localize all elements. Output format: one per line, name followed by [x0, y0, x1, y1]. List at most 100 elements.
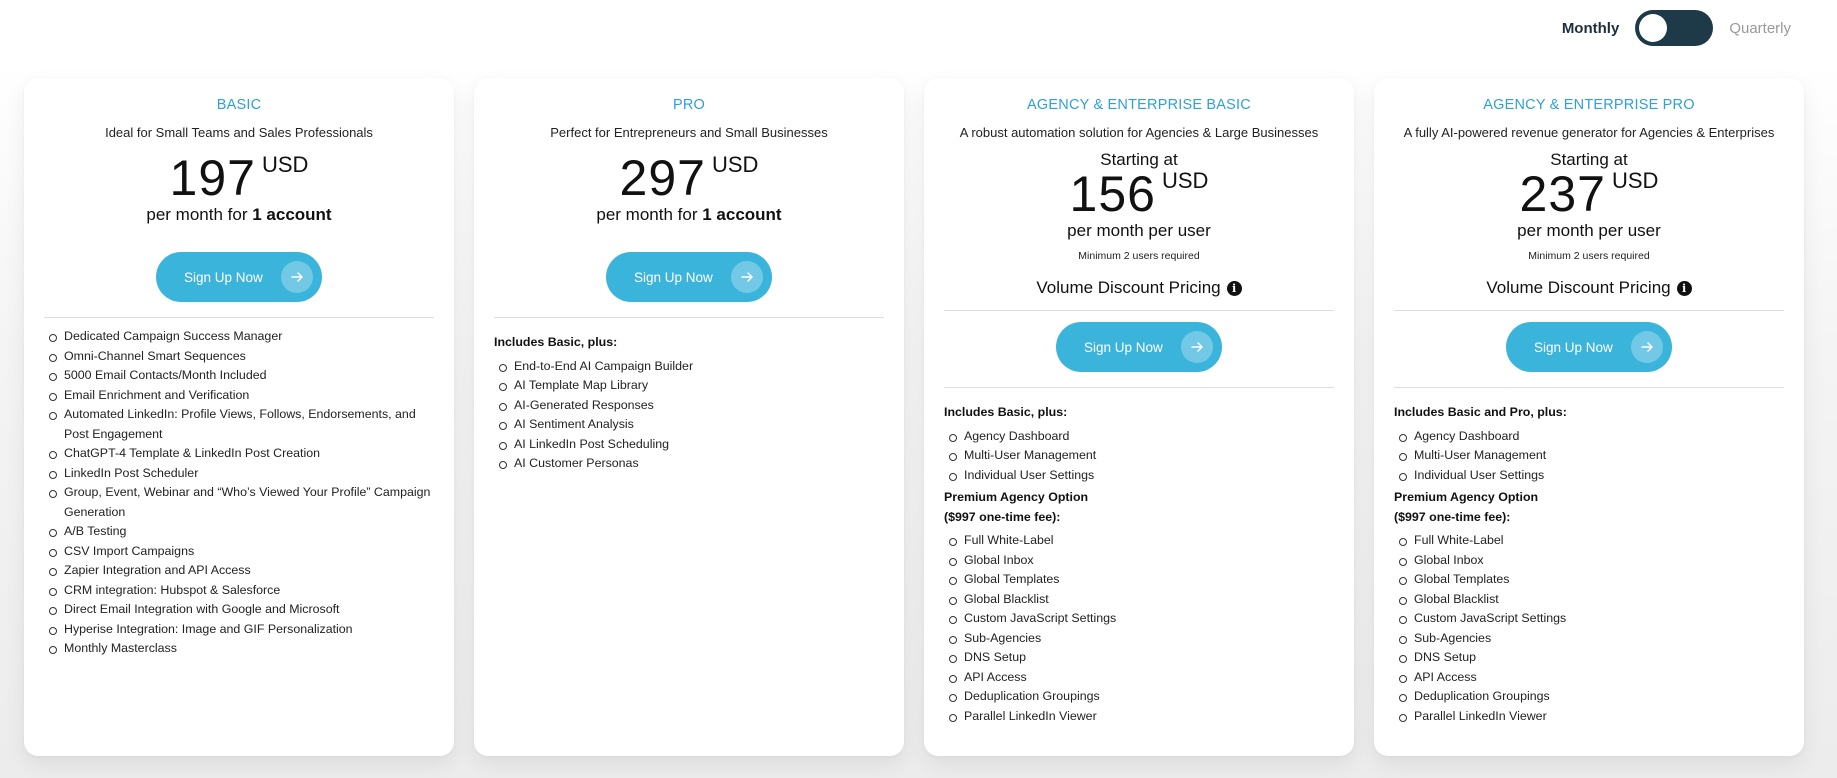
plan-subtitle: A fully AI-powered revenue generator for… — [1403, 125, 1775, 140]
list-item: AI Sentiment Analysis — [499, 415, 884, 435]
plan-title: BASIC — [216, 97, 262, 113]
list-item: Agency Dashboard — [1399, 427, 1784, 447]
list-item: Sub-Agencies — [1399, 629, 1784, 649]
list-item: Custom JavaScript Settings — [949, 609, 1334, 629]
list-item: Multi-User Management — [949, 446, 1334, 466]
plan-subtitle: A robust automation solution for Agencie… — [959, 125, 1319, 140]
divider — [944, 387, 1334, 388]
list-item: Automated LinkedIn: Profile Views, Follo… — [49, 405, 434, 444]
feature-list: Dedicated Campaign Success Manager Omni-… — [44, 327, 434, 659]
premium-feature-list: Full White-Label Global Inbox Global Tem… — [944, 531, 1334, 726]
list-item: ChatGPT-4 Template & LinkedIn Post Creat… — [49, 444, 434, 464]
list-item: Custom JavaScript Settings — [1399, 609, 1784, 629]
includes-heading: Includes Basic, plus: — [944, 405, 1068, 419]
list-item: Deduplication Groupings — [949, 687, 1334, 707]
list-item: Global Blacklist — [1399, 590, 1784, 610]
list-item: Email Enrichment and Verification — [49, 386, 434, 406]
sign-up-button-label: Sign Up Now — [184, 269, 263, 285]
list-item: Group, Event, Webinar and “Who’s Viewed … — [49, 483, 434, 522]
premium-feature-list: Full White-Label Global Inbox Global Tem… — [1394, 531, 1784, 726]
volume-discount: Volume Discount Pricing i — [1394, 278, 1784, 298]
sign-up-button[interactable]: Sign Up Now — [606, 252, 772, 302]
price-currency: USD — [1161, 168, 1209, 193]
plan-subtitle: Perfect for Entrepreneurs and Small Busi… — [550, 125, 828, 140]
list-item: Zapier Integration and API Access — [49, 561, 434, 581]
list-item: A/B Testing — [49, 522, 434, 542]
list-item: API Access — [1399, 668, 1784, 688]
list-item: CRM integration: Hubspot & Salesforce — [49, 581, 434, 601]
price-amount: 156 — [1069, 166, 1156, 222]
list-item: DNS Setup — [1399, 648, 1784, 668]
price-period: per month for 1 account — [596, 205, 782, 224]
arrow-right-icon — [1631, 331, 1663, 363]
min-users-note: Minimum 2 users required — [1528, 250, 1650, 262]
premium-heading: Premium Agency Option ($997 one-time fee… — [1394, 490, 1539, 524]
list-item: CSV Import Campaigns — [49, 542, 434, 562]
plan-card-basic: BASIC Ideal for Small Teams and Sales Pr… — [24, 78, 454, 756]
toggle-label-quarterly[interactable]: Quarterly — [1729, 20, 1791, 37]
list-item: Full White-Label — [949, 531, 1334, 551]
price-period: per month per user — [1067, 221, 1211, 240]
includes-heading: Includes Basic, plus: — [494, 335, 618, 349]
price-amount: 237 — [1519, 166, 1606, 222]
list-item: Deduplication Groupings — [1399, 687, 1784, 707]
info-icon[interactable]: i — [1676, 280, 1692, 296]
price-amount: 197 — [169, 150, 256, 206]
volume-discount: Volume Discount Pricing i — [944, 278, 1334, 298]
plan-card-agency-basic: AGENCY & ENTERPRISE BASIC A robust autom… — [924, 78, 1354, 756]
list-item: Omni-Channel Smart Sequences — [49, 347, 434, 367]
sign-up-button[interactable]: Sign Up Now — [156, 252, 322, 302]
price-block: 197 USD per month for 1 account — [44, 152, 434, 225]
divider — [494, 317, 884, 318]
divider — [1394, 387, 1784, 388]
price-currency: USD — [261, 152, 309, 177]
plan-subtitle: Ideal for Small Teams and Sales Professi… — [105, 125, 373, 140]
volume-discount-label: Volume Discount Pricing — [1036, 278, 1221, 297]
list-item: Hyperise Integration: Image and GIF Pers… — [49, 620, 434, 640]
price-period: per month for 1 account — [146, 205, 332, 224]
sign-up-button-label: Sign Up Now — [634, 269, 713, 285]
sign-up-button[interactable]: Sign Up Now — [1506, 322, 1672, 372]
price-currency: USD — [1611, 168, 1659, 193]
list-item: Parallel LinkedIn Viewer — [949, 707, 1334, 727]
arrow-right-icon — [281, 261, 313, 293]
list-item: Multi-User Management — [1399, 446, 1784, 466]
list-item: Global Inbox — [949, 551, 1334, 571]
price-period: per month per user — [1517, 221, 1661, 240]
list-item: API Access — [949, 668, 1334, 688]
toggle-label-monthly[interactable]: Monthly — [1562, 20, 1620, 37]
includes-heading: Includes Basic and Pro, plus: — [1394, 405, 1567, 419]
premium-heading: Premium Agency Option ($997 one-time fee… — [944, 490, 1089, 524]
price-block: Starting at 156 USD per month per user M… — [944, 150, 1334, 298]
feature-list: End-to-End AI Campaign Builder AI Templa… — [494, 357, 884, 474]
list-item: Agency Dashboard — [949, 427, 1334, 447]
toggle-knob — [1639, 14, 1668, 42]
list-item: AI Customer Personas — [499, 454, 884, 474]
sign-up-button[interactable]: Sign Up Now — [1056, 322, 1222, 372]
divider — [1394, 310, 1784, 311]
billing-toggle-switch[interactable] — [1635, 10, 1714, 46]
billing-period-toggle: Monthly Quarterly — [1562, 10, 1791, 46]
info-icon[interactable]: i — [1226, 280, 1242, 296]
divider — [944, 310, 1334, 311]
list-item: AI-Generated Responses — [499, 396, 884, 416]
list-item: End-to-End AI Campaign Builder — [499, 357, 884, 377]
plan-title: AGENCY & ENTERPRISE PRO — [1483, 97, 1695, 113]
list-item: 5000 Email Contacts/Month Included — [49, 366, 434, 386]
list-item: Individual User Settings — [949, 466, 1334, 486]
list-item: Full White-Label — [1399, 531, 1784, 551]
list-item: Individual User Settings — [1399, 466, 1784, 486]
price-amount: 297 — [619, 150, 706, 206]
list-item: AI Template Map Library — [499, 376, 884, 396]
arrow-right-icon — [731, 261, 763, 293]
feature-list: Agency Dashboard Multi-User Management I… — [944, 427, 1334, 486]
plan-title: AGENCY & ENTERPRISE BASIC — [1027, 97, 1251, 113]
list-item: Global Templates — [1399, 570, 1784, 590]
list-item: DNS Setup — [949, 648, 1334, 668]
list-item: Sub-Agencies — [949, 629, 1334, 649]
price-block: Starting at 237 USD per month per user M… — [1394, 150, 1784, 298]
list-item: LinkedIn Post Scheduler — [49, 464, 434, 484]
plan-card-pro: PRO Perfect for Entrepreneurs and Small … — [474, 78, 904, 756]
min-users-note: Minimum 2 users required — [1078, 250, 1200, 262]
plan-title: PRO — [672, 97, 706, 113]
